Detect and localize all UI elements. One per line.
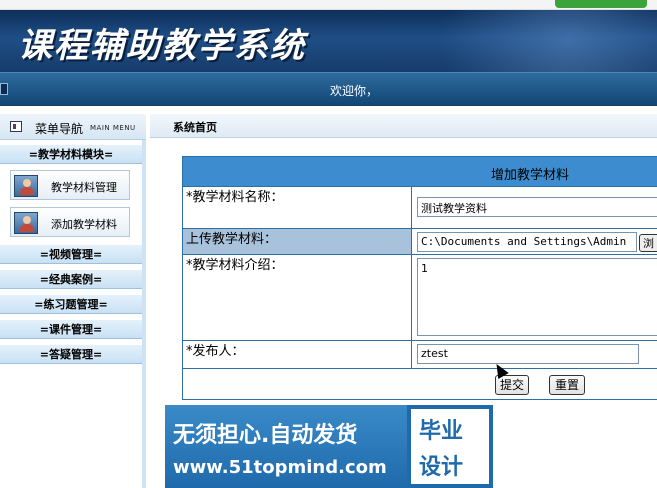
banner-decoration xyxy=(360,10,657,72)
ad-badge: 毕业 设计 xyxy=(407,405,493,488)
upload-label: 上传教学材料： xyxy=(183,229,412,254)
collapse-icon[interactable] xyxy=(0,83,8,95)
sidebar: 菜单导航 MAIN MENU =教学材料模块= 教学材料管理 添加教学材料 =视… xyxy=(0,114,146,488)
module-qa[interactable]: =答疑管理= xyxy=(0,344,142,364)
separator xyxy=(0,106,657,114)
sidebar-item-label: 添加教学材料 xyxy=(51,218,117,231)
welcome-bar: 欢迎你， xyxy=(0,72,657,106)
add-material-form: 增加教学材料 *教学材料名称： 测试教学资料 上传教学材料： C:\Docume… xyxy=(182,156,657,400)
user-icon xyxy=(14,212,38,234)
upload-path-input[interactable]: C:\Documents and Settings\Admin xyxy=(417,232,637,252)
form-header: 增加教学材料 xyxy=(183,157,657,187)
module-teaching-materials[interactable]: =教学材料模块= xyxy=(0,144,142,164)
welcome-text: 欢迎你， xyxy=(330,84,379,98)
browser-top-strip xyxy=(0,0,657,10)
module-exercises[interactable]: =练习题管理= xyxy=(0,294,142,314)
sidebar-menu-header: 菜单导航 MAIN MENU xyxy=(0,114,146,140)
form-row-name: *教学材料名称： 测试教学资料 xyxy=(183,187,657,229)
menu-title-en: MAIN MENU xyxy=(90,124,136,132)
publisher-input[interactable]: ztest xyxy=(417,344,639,364)
reset-button[interactable]: 重置 xyxy=(549,375,585,395)
ad-line1: 无须担心.自动发货 xyxy=(173,423,358,448)
intro-cell: 1 xyxy=(413,255,657,340)
page-root: 课程辅助教学系统 欢迎你， 菜单导航 MAIN MENU =教学材料模块= 教学… xyxy=(0,0,657,488)
header-banner: 课程辅助教学系统 xyxy=(0,10,657,72)
material-name-input[interactable]: 测试教学资料 xyxy=(417,197,657,217)
menu-title: 菜单导航 xyxy=(35,122,84,136)
ad-badge-line1: 毕业 xyxy=(419,419,464,444)
upload-cell: C:\Documents and Settings\Admin 浏 xyxy=(413,229,657,254)
top-green-button[interactable] xyxy=(555,0,647,8)
ad-badge-line2: 设计 xyxy=(419,455,464,480)
module-courseware[interactable]: =课件管理= xyxy=(0,319,142,339)
ad-banner[interactable]: 无须担心.自动发货 www.51topmind.com 毕业 设计 xyxy=(165,405,493,488)
menu-icon xyxy=(10,121,22,132)
breadcrumb: 系统首页 xyxy=(150,114,657,138)
form-title: 增加教学材料 xyxy=(491,168,570,183)
publisher-label: *发布人： xyxy=(183,341,412,368)
form-row-upload: 上传教学材料： C:\Documents and Settings\Admin … xyxy=(183,229,657,255)
name-cell: 测试教学资料 xyxy=(413,187,657,228)
form-row-intro: *教学材料介绍： 1 xyxy=(183,255,657,341)
system-title: 课程辅助教学系统 xyxy=(18,26,306,66)
name-label: *教学材料名称： xyxy=(183,187,412,228)
sidebar-item-add-material[interactable]: 添加教学材料 xyxy=(10,207,130,237)
user-icon xyxy=(14,175,38,197)
publisher-cell: ztest xyxy=(413,341,657,368)
sidebar-item-label: 教学材料管理 xyxy=(51,181,117,194)
module-cases[interactable]: =经典案例= xyxy=(0,269,142,289)
breadcrumb-home[interactable]: 系统首页 xyxy=(173,119,217,135)
sidebar-item-material-manage[interactable]: 教学材料管理 xyxy=(10,170,130,200)
form-row-publisher: *发布人： ztest xyxy=(183,341,657,369)
intro-label: *教学材料介绍： xyxy=(183,255,412,340)
intro-textarea[interactable]: 1 xyxy=(417,258,657,336)
module-video[interactable]: =视频管理= xyxy=(0,244,142,264)
browse-button[interactable]: 浏 xyxy=(639,234,657,252)
ad-url: www.51topmind.com xyxy=(173,457,387,478)
